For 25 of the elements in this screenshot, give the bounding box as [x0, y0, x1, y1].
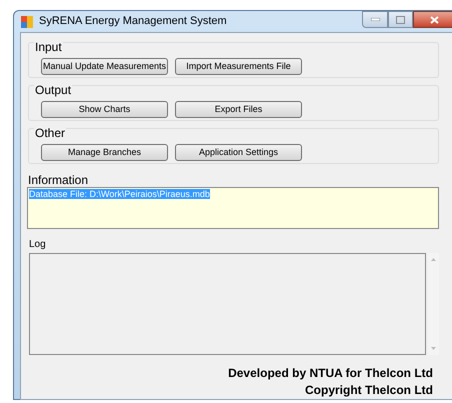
minimize-icon: [370, 18, 380, 21]
action-button[interactable]: Application Settings: [175, 144, 302, 161]
log-label: Log: [29, 239, 47, 251]
maximize-button[interactable]: [388, 11, 413, 28]
app-logo-icon: [20, 14, 34, 28]
group-title: Output: [34, 83, 72, 97]
credits-text: Copyright Thelcon Ltd: [305, 382, 433, 399]
scrollbar[interactable]: [428, 253, 439, 355]
minimize-button[interactable]: [362, 11, 388, 28]
scroll-down-icon[interactable]: [431, 347, 436, 350]
scroll-up-icon[interactable]: [431, 258, 436, 261]
close-button[interactable]: [413, 11, 452, 28]
close-icon: [430, 16, 439, 24]
action-button[interactable]: Show Charts: [41, 101, 168, 118]
group-title: Input: [34, 40, 63, 54]
maximize-icon: [396, 16, 405, 24]
action-button[interactable]: Manage Branches: [41, 144, 168, 161]
action-button[interactable]: Manual Update Measurements: [41, 58, 168, 75]
window-title: SyRENA Energy Management System: [39, 14, 227, 30]
credits-text: Developed by NTUA for Thelcon Ltd: [228, 365, 433, 382]
group-title: Other: [34, 126, 66, 140]
information-field: Database File: D:\Work\Peiraios\Piraeus.mdb: [27, 187, 439, 229]
information-label: Information: [28, 173, 90, 187]
action-button[interactable]: Import Measurements File: [175, 58, 302, 75]
action-button[interactable]: Export Files: [175, 101, 302, 118]
